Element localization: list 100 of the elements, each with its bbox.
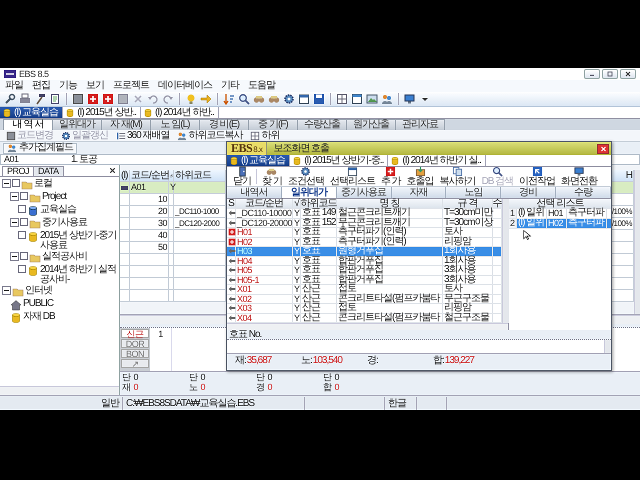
tab[interactable]: 경 비(E) [199, 119, 249, 130]
tab[interactable]: 일위대가 [52, 119, 102, 130]
tab[interactable]: 일위대가 [282, 187, 337, 198]
square-icon[interactable] [117, 93, 129, 105]
table-row[interactable]: X01 Y 산근 접토 토사 [227, 285, 502, 294]
menu-item[interactable]: 도움말 [245, 80, 278, 92]
checkbox[interactable] [18, 205, 26, 213]
toolbar-button[interactable]: 선택리스트 [326, 167, 378, 186]
project-tab[interactable]: (I) 2014년 하반기 실.. [388, 155, 486, 166]
window-icon[interactable] [351, 93, 363, 105]
maximize-button[interactable] [602, 69, 618, 79]
table-row[interactable]: _DC120-20000 Y 호표 152 무근콘크리트깨기 T=30cm이상 [227, 218, 502, 228]
hammer-icon[interactable] [34, 93, 46, 105]
collapse-icon[interactable] [10, 218, 19, 227]
scrollbar[interactable] [227, 323, 508, 330]
tab[interactable]: 수량 [556, 187, 612, 198]
tree-item[interactable]: 실적공사비 [42, 252, 87, 262]
wrench-icon[interactable] [4, 93, 16, 105]
side-tab[interactable]: ↗ [121, 359, 149, 368]
tree-item[interactable]: Project [42, 192, 66, 202]
panel-tab[interactable]: DATA [33, 166, 64, 176]
checkbox[interactable] [18, 231, 26, 239]
gear-icon[interactable] [283, 93, 295, 105]
side-tab[interactable]: BON [121, 349, 149, 358]
menu-item[interactable]: 파일 [2, 80, 26, 92]
close-button[interactable] [597, 144, 609, 154]
checkbox[interactable] [20, 192, 28, 200]
tab[interactable]: 중 기(F) [248, 119, 298, 130]
toolbar-button[interactable]: 조건선택 [284, 167, 327, 186]
table-row[interactable]: _DC110-10000 Y 호표 149 철근콘크리트깨기 T=30cm미만 [227, 209, 502, 218]
tab[interactable]: 경비 [501, 187, 556, 198]
square-icon[interactable] [72, 93, 84, 105]
toolbar-button[interactable]: 하위코드복사 [175, 130, 244, 141]
scrollbar[interactable] [634, 170, 640, 314]
picture-icon[interactable] [366, 93, 378, 105]
tab[interactable]: 관리자료 [395, 119, 445, 130]
tree-item[interactable]: 로컬 [34, 179, 52, 189]
toolbar-button[interactable]: 호출입 [404, 167, 437, 186]
redo-icon[interactable] [162, 93, 174, 105]
table-row[interactable]: H04 Y 호표 합판거푸집 1회사용 [227, 256, 502, 266]
tab[interactable]: 자재 [392, 187, 446, 198]
project-tab[interactable]: (I) 2015년 상반기-중.. [290, 155, 388, 166]
table-row[interactable]: H05 Y 호표 합판거푸집 3회사용 [227, 266, 502, 276]
arrow-icon[interactable] [200, 93, 212, 105]
tree-item[interactable]: 인터넷 [25, 286, 52, 296]
tab[interactable]: 내역서 [227, 187, 282, 198]
side-tab[interactable]: 신근 [121, 329, 149, 338]
close-button[interactable] [620, 69, 636, 79]
tree-item[interactable]: PUBLIC [23, 299, 54, 309]
binoculars-icon[interactable] [253, 93, 265, 105]
tree-item[interactable]: 교육실습 [40, 205, 76, 215]
menu-item[interactable]: 데이터베이스 [155, 80, 215, 92]
plus-icon[interactable] [87, 93, 99, 105]
toolbar-button[interactable]: 찾 기 [259, 167, 285, 186]
extra-field-button[interactable]: 추가집계필드 [3, 142, 77, 154]
collapse-icon[interactable] [2, 286, 11, 295]
scrollbar[interactable] [0, 386, 119, 395]
toolbar-button[interactable]: 360 재배열 [114, 130, 172, 141]
scrollbar[interactable] [604, 340, 611, 353]
minimize-button[interactable] [584, 69, 600, 79]
project-tab[interactable]: (I) 교육실습 [227, 155, 290, 166]
checkbox[interactable] [18, 265, 26, 273]
menu-item[interactable]: 기능 [56, 80, 80, 92]
checkbox[interactable] [20, 252, 28, 260]
toolbar-button[interactable]: 닫기 [230, 167, 254, 186]
tree-item[interactable]: 중기사용료 [42, 218, 87, 228]
tab[interactable]: 수량산출 [297, 119, 347, 130]
undo-icon[interactable] [147, 93, 159, 105]
checkbox[interactable] [20, 218, 28, 226]
grid-icon[interactable] [336, 93, 348, 105]
monitor-icon[interactable] [404, 93, 416, 105]
printer-icon[interactable] [19, 93, 31, 105]
project-tab[interactable]: (I) 교육실습 [0, 107, 64, 118]
tab[interactable]: 자 재(M) [101, 119, 151, 130]
side-tab[interactable]: DOR [121, 339, 149, 348]
toolbar-button[interactable]: 추 가 [378, 167, 404, 186]
people-icon[interactable] [381, 93, 393, 105]
toolbar-button[interactable]: 하위 [248, 130, 282, 141]
checkbox[interactable] [12, 179, 20, 187]
scrollbar[interactable] [502, 199, 509, 323]
tab[interactable]: 중기사용료 [336, 187, 392, 198]
close-icon[interactable] [108, 166, 117, 175]
menu-item[interactable]: 프로젝트 [110, 80, 152, 92]
table-row[interactable]: H05-1 Y 호표 합판거푸집 3회사용 [227, 276, 502, 285]
menu-item[interactable]: 편집 [29, 80, 53, 92]
collapse-icon[interactable] [10, 252, 19, 261]
collapse-icon[interactable] [10, 192, 19, 201]
calendar-icon[interactable] [298, 93, 310, 105]
toolbar-button[interactable]: 복사하기 [436, 167, 479, 186]
tree-item[interactable]: 2015년 상반기-중기사용료 [40, 231, 117, 251]
document-icon[interactable] [49, 93, 61, 105]
menu-item[interactable]: 기타 [218, 80, 242, 92]
search-icon[interactable] [238, 93, 250, 105]
toolbar-button[interactable]: 화면전환 [558, 167, 600, 186]
collapse-icon[interactable] [2, 179, 11, 188]
tab[interactable]: 원가산출 [346, 119, 396, 130]
tab[interactable]: 노 임(L) [150, 119, 200, 130]
sort-icon[interactable] [223, 93, 235, 105]
table-row[interactable]: X03 Y 산근 접토 리핑암 [227, 304, 502, 314]
plus-icon[interactable] [102, 93, 114, 105]
